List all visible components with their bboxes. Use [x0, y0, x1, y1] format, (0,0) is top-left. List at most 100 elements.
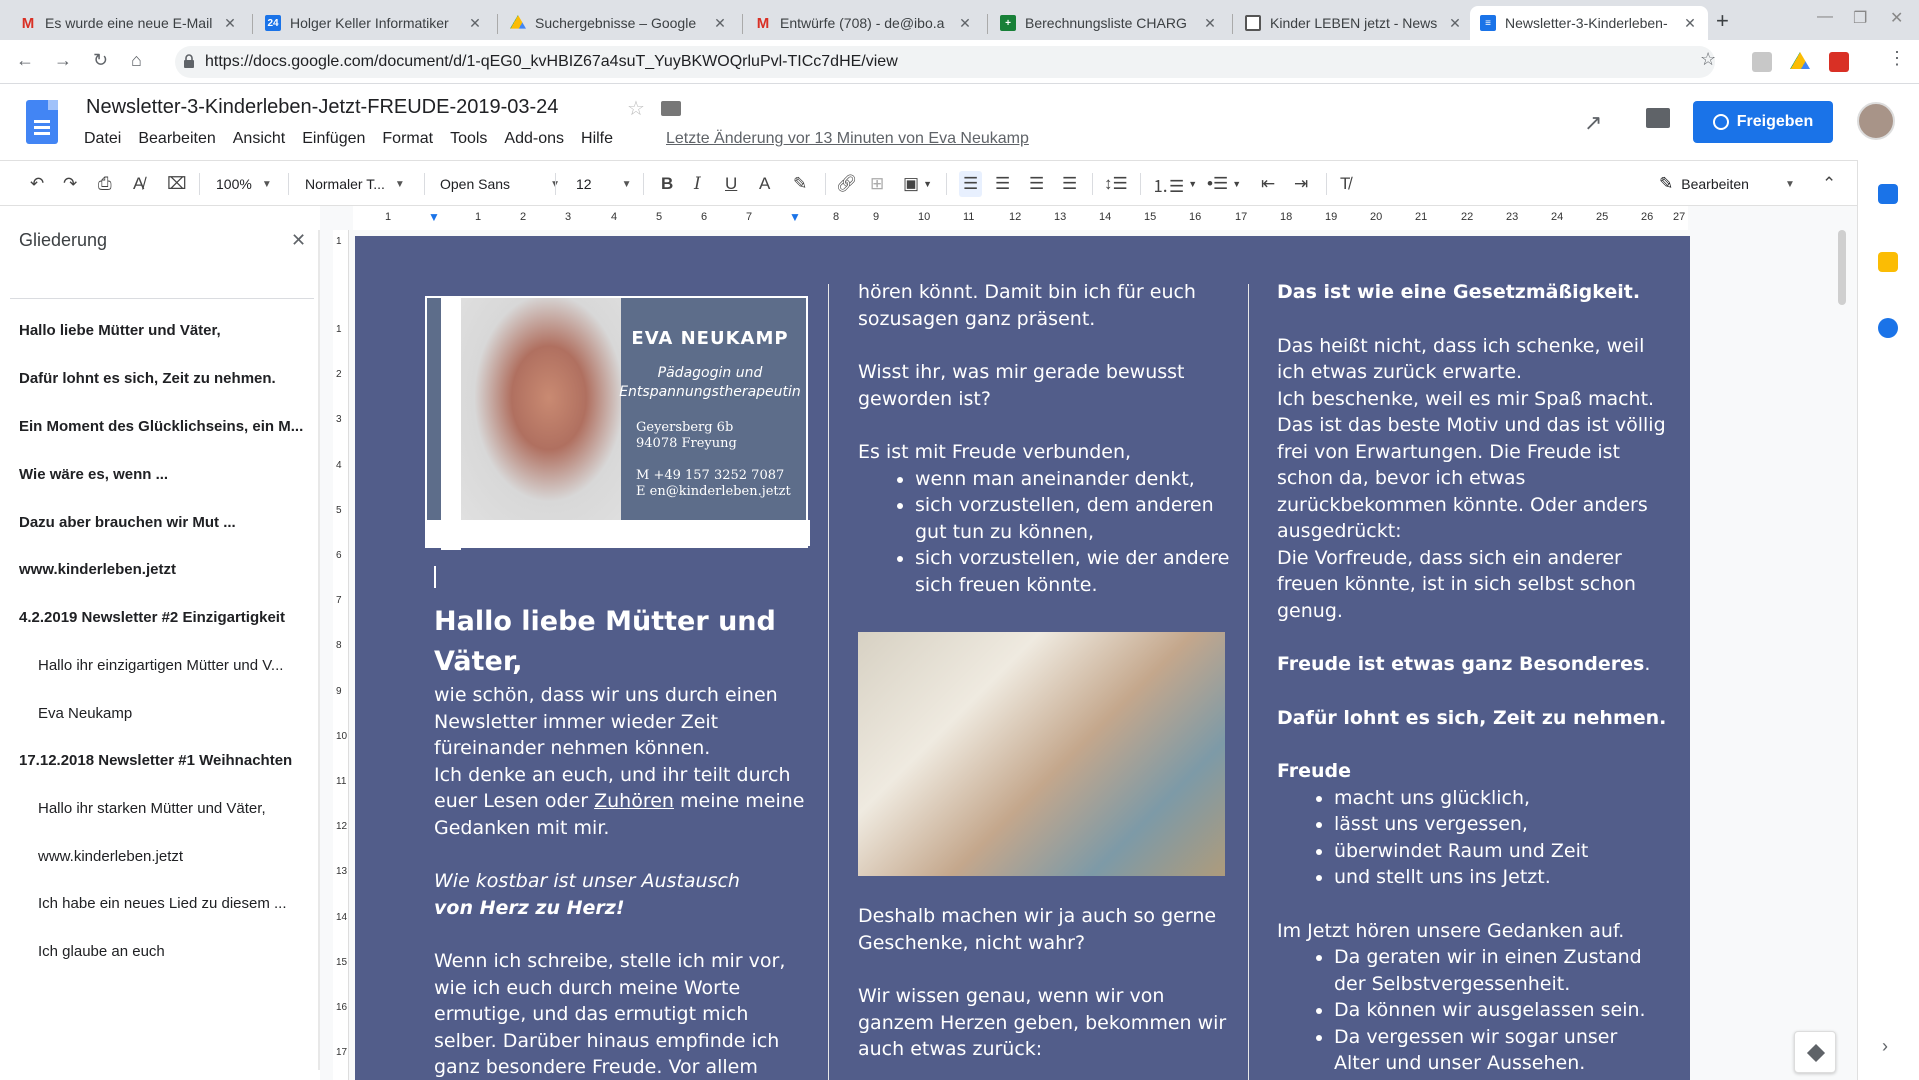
outline-item[interactable]: Hallo ihr einzigartigen Mütter und V... — [38, 657, 333, 674]
paint-format-icon[interactable]: ⌧ — [167, 171, 187, 197]
close-window-icon[interactable]: ✕ — [1890, 8, 1903, 28]
minimize-icon[interactable]: — — [1817, 8, 1833, 26]
browser-tab[interactable]: M Entwürfe (708) - de@ibo.a ✕ — [745, 6, 983, 40]
extension-icon[interactable] — [1752, 52, 1772, 72]
outline-item[interactable]: 4.2.2019 Newsletter #2 Einzigartigkeit — [19, 609, 314, 626]
font-select[interactable]: Open Sans▼ — [440, 171, 560, 197]
url-field[interactable]: https://docs.google.com/document/d/1-qEG… — [175, 46, 1715, 78]
menu-hilfe[interactable]: Hilfe — [581, 130, 613, 148]
vertical-ruler[interactable]: 1 1 2 3 4 5 6 7 8 9 10 11 12 13 14 15 16… — [333, 230, 349, 1080]
numbered-list-icon[interactable]: ⒈☰ ▼ — [1152, 171, 1197, 197]
link-icon[interactable]: 🔗︎ — [836, 171, 858, 197]
horizontal-ruler[interactable]: 1 ▼ 1 2 3 4 5 6 7 ▼ 8 9 10 11 12 13 14 1… — [353, 206, 1688, 230]
undo-icon[interactable]: ↶ — [30, 171, 44, 197]
explore-button[interactable] — [1794, 1031, 1836, 1073]
collapse-menus-icon[interactable]: ⌃ — [1822, 171, 1836, 197]
document-page[interactable]: EVA NEUKAMP Pädagogin und Entspannungsth… — [355, 236, 1690, 1080]
calendar-extension-icon[interactable] — [1829, 52, 1849, 72]
font-size-select[interactable]: 12 ▼ — [576, 171, 631, 197]
decrease-indent-icon[interactable]: ⇤ — [1261, 171, 1275, 197]
close-tab-icon[interactable]: ✕ — [1447, 15, 1463, 32]
home-icon[interactable]: ⌂ — [131, 50, 142, 71]
editing-mode-select[interactable]: ✎ Bearbeiten ▼ — [1659, 171, 1795, 197]
expand-panel-icon[interactable]: › — [1882, 1036, 1888, 1057]
add-comment-icon[interactable]: ⊞ — [870, 171, 884, 197]
highlight-icon[interactable]: ✎ — [793, 171, 807, 197]
underline-icon[interactable]: U — [725, 171, 737, 197]
new-tab-button[interactable]: + — [1716, 8, 1729, 34]
outline-item[interactable]: Hallo ihr starken Mütter und Väter, — [38, 800, 333, 817]
activity-trend-icon[interactable]: ↗ — [1584, 110, 1602, 136]
outline-item[interactable]: www.kinderleben.jetzt — [38, 848, 333, 865]
outline-item[interactable]: Dazu aber brauchen wir Mut ... — [19, 514, 314, 531]
calendar-icon[interactable] — [1878, 184, 1898, 204]
browser-tab[interactable]: + Berechnungsliste CHARG ✕ — [990, 6, 1228, 40]
back-icon[interactable]: ← — [16, 50, 34, 71]
redo-icon[interactable]: ↷ — [63, 171, 77, 197]
browser-tab[interactable]: Kinder LEBEN jetzt - News ✕ — [1235, 6, 1473, 40]
align-center-icon[interactable]: ☰ — [995, 171, 1010, 197]
bookmark-star-icon[interactable]: ☆ — [1700, 49, 1716, 70]
keep-icon[interactable] — [1878, 252, 1898, 272]
line-spacing-icon[interactable]: ↕☰ — [1104, 171, 1128, 197]
outline-item[interactable]: 17.12.2018 Newsletter #1 Weihnachten — [19, 752, 314, 769]
outline-item[interactable]: Eva Neukamp — [38, 705, 333, 722]
outline-item[interactable]: Hallo liebe Mütter und Väter, — [19, 322, 314, 339]
document-scrollbar[interactable] — [1838, 230, 1846, 305]
close-tab-icon[interactable]: ✕ — [957, 15, 973, 32]
close-tab-icon[interactable]: ✕ — [1202, 15, 1218, 32]
reload-icon[interactable]: ↻ — [93, 50, 108, 71]
right-indent-marker-icon[interactable]: ▼ — [789, 210, 801, 224]
increase-indent-icon[interactable]: ⇥ — [1294, 171, 1308, 197]
close-tab-icon[interactable]: ✕ — [712, 15, 728, 32]
share-button[interactable]: Freigeben — [1693, 101, 1833, 143]
menu-format[interactable]: Format — [382, 130, 433, 148]
last-edit-link[interactable]: Letzte Änderung vor 13 Minuten von Eva N… — [666, 130, 1029, 148]
menu-ansicht[interactable]: Ansicht — [233, 130, 285, 148]
text-color-icon[interactable]: A — [759, 171, 770, 197]
family-photo[interactable] — [858, 632, 1225, 876]
forward-icon[interactable]: → — [54, 50, 72, 71]
menu-tools[interactable]: Tools — [450, 130, 487, 148]
browser-tab[interactable]: M Es wurde eine neue E-Mail ✕ — [10, 6, 248, 40]
outline-item[interactable]: Ich habe ein neues Lied zu diesem ... — [38, 895, 333, 912]
browser-tab-active[interactable]: ≡ Newsletter-3-Kinderleben- ✕ — [1470, 6, 1708, 40]
maximize-icon[interactable]: ❐ — [1853, 8, 1867, 28]
outline-item[interactable]: Ein Moment des Glücklichseins, ein M... — [19, 418, 314, 435]
zuhoeren-link[interactable]: Zuhören — [594, 790, 674, 812]
document-title[interactable]: Newsletter-3-Kinderleben-Jetzt-FREUDE-20… — [86, 96, 558, 119]
browser-tab[interactable]: 24 Holger Keller Informatiker ✕ — [255, 6, 493, 40]
outline-item[interactable]: Dafür lohnt es sich, Zeit zu nehmen. — [19, 370, 314, 387]
close-tab-icon[interactable]: ✕ — [222, 15, 238, 32]
outline-item[interactable]: Wie wäre es, wenn ... — [19, 466, 314, 483]
business-card-image[interactable]: EVA NEUKAMP Pädagogin und Entspannungsth… — [425, 296, 810, 550]
align-left-icon[interactable]: ☰ — [959, 171, 983, 197]
italic-icon[interactable]: I — [694, 171, 701, 197]
spellcheck-icon[interactable]: A̸ — [133, 171, 144, 197]
bold-icon[interactable]: B — [661, 171, 673, 197]
paragraph-style-select[interactable]: Normaler T... ▼ — [305, 171, 405, 197]
folder-icon[interactable] — [661, 101, 681, 116]
close-outline-icon[interactable]: ✕ — [291, 230, 306, 251]
tasks-icon[interactable] — [1878, 318, 1898, 338]
indent-marker-icon[interactable]: ▼ — [428, 210, 440, 224]
star-icon[interactable]: ☆ — [627, 96, 645, 121]
browser-tab[interactable]: Suchergebnisse – Google ✕ — [500, 6, 738, 40]
close-tab-icon[interactable]: ✕ — [1682, 15, 1698, 32]
menu-addons[interactable]: Add-ons — [504, 130, 564, 148]
clear-formatting-icon[interactable]: T̸ — [1340, 171, 1350, 197]
zoom-select[interactable]: 100% ▼ — [216, 171, 272, 197]
outline-item[interactable]: Ich glaube an euch — [38, 943, 333, 960]
menu-datei[interactable]: Datei — [84, 130, 121, 148]
bulleted-list-icon[interactable]: •☰ ▼ — [1207, 171, 1241, 197]
drive-extension-icon[interactable] — [1790, 52, 1810, 69]
justify-icon[interactable]: ☰ — [1062, 171, 1077, 197]
outline-item[interactable]: www.kinderleben.jetzt — [19, 561, 314, 578]
insert-image-icon[interactable]: ▣ ▼ — [903, 171, 932, 197]
print-icon[interactable]: ⎙ — [98, 171, 112, 197]
comments-icon[interactable] — [1646, 108, 1670, 128]
menu-bearbeiten[interactable]: Bearbeiten — [138, 130, 215, 148]
close-tab-icon[interactable]: ✕ — [467, 15, 483, 32]
avatar[interactable] — [1857, 102, 1895, 140]
menu-einfuegen[interactable]: Einfügen — [302, 130, 365, 148]
